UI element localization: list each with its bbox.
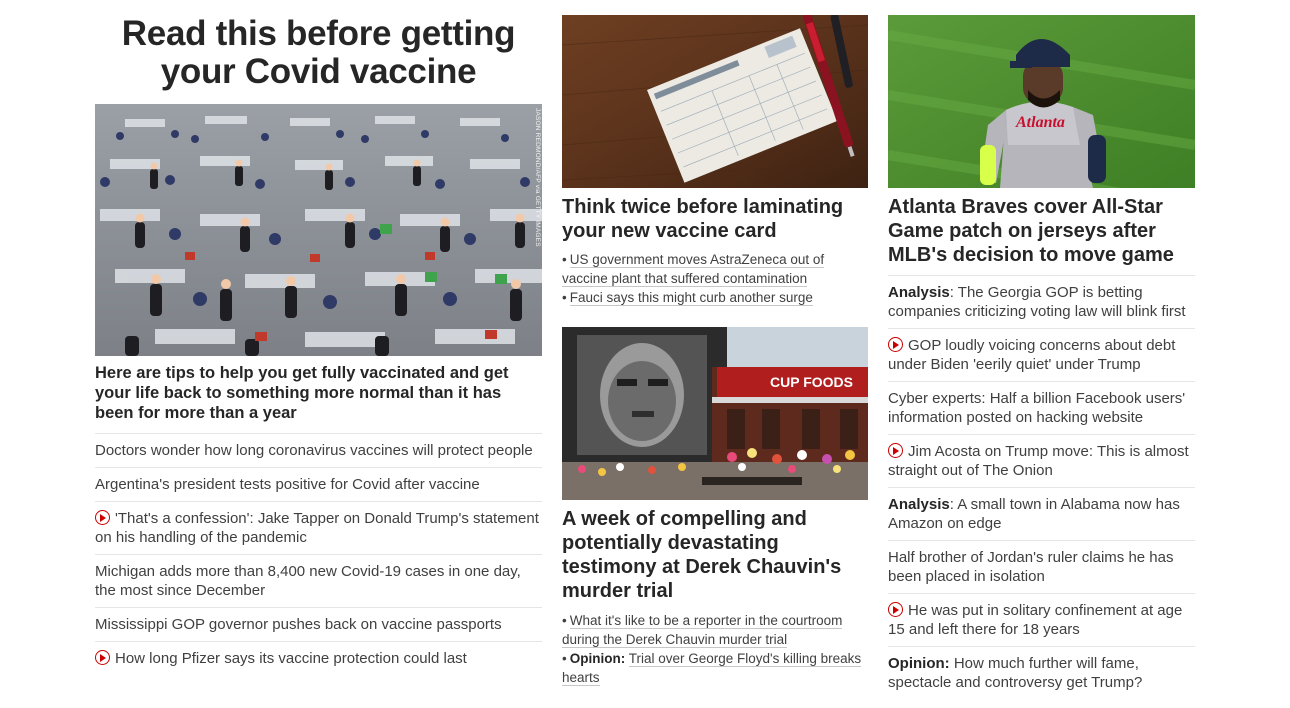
right-zone: Atlanta Atlanta Braves cover All-Star Ga… bbox=[888, 15, 1195, 699]
analysis-label: Analysis bbox=[888, 496, 950, 513]
list-item-text[interactable]: 'That's a confession': Jake Tapper on Do… bbox=[95, 510, 539, 546]
cup-foods-sign: CUP FOODS bbox=[770, 374, 853, 390]
list-item-text[interactable]: Doctors wonder how long coronavirus vacc… bbox=[95, 442, 533, 459]
list-item[interactable]: Opinion: How much further will fame, spe… bbox=[888, 646, 1195, 699]
braves-player-photo[interactable]: Atlanta bbox=[888, 15, 1195, 188]
zone-title[interactable]: Read this before getting your Covid vacc… bbox=[95, 15, 542, 91]
list-item[interactable]: How long Pfizer says its vaccine protect… bbox=[95, 641, 542, 675]
list-item[interactable]: He was put in solitary confinement at ag… bbox=[888, 593, 1195, 646]
play-video-icon bbox=[95, 510, 110, 525]
mural-image: CUP FOODS bbox=[562, 327, 868, 500]
related-link[interactable]: US government moves AstraZeneca out of v… bbox=[562, 252, 825, 287]
lead-headline[interactable]: Here are tips to help you get fully vacc… bbox=[95, 363, 542, 423]
list-item[interactable]: Mississippi GOP governor pushes back on … bbox=[95, 607, 542, 641]
play-video-icon bbox=[888, 443, 903, 458]
chauvin-related: • What it's like to be a reporter in the … bbox=[562, 611, 868, 687]
braves-player-image: Atlanta bbox=[888, 15, 1195, 188]
braves-headline[interactable]: Atlanta Braves cover All-Star Game patch… bbox=[888, 195, 1195, 267]
vaccine-card-related: • US government moves AstraZeneca out of … bbox=[562, 250, 868, 307]
list-item-text[interactable]: Cyber experts: Half a billion Facebook u… bbox=[888, 390, 1185, 426]
list-item-text[interactable]: Jim Acosta on Trump move: This is almost… bbox=[888, 443, 1189, 479]
middle-zone: Think twice before laminating your new v… bbox=[562, 15, 868, 687]
related-item[interactable]: • Opinion: Trial over George Floyd's kill… bbox=[562, 649, 868, 687]
list-item[interactable]: Michigan adds more than 8,400 new Covid-… bbox=[95, 554, 542, 607]
list-item[interactable]: Analysis: A small town in Alabama now ha… bbox=[888, 487, 1195, 540]
list-item[interactable]: Argentina's president tests positive for… bbox=[95, 467, 542, 501]
george-floyd-mural-photo[interactable]: CUP FOODS bbox=[562, 327, 868, 500]
list-item-text[interactable]: Michigan adds more than 8,400 new Covid-… bbox=[95, 563, 521, 599]
opinion-label: Opinion: bbox=[888, 655, 950, 672]
list-item-text[interactable]: Mississippi GOP governor pushes back on … bbox=[95, 616, 502, 633]
list-item[interactable]: Jim Acosta on Trump move: This is almost… bbox=[888, 434, 1195, 487]
list-item-text[interactable]: He was put in solitary confinement at ag… bbox=[888, 602, 1182, 638]
list-item-text[interactable]: Half brother of Jordan's ruler claims he… bbox=[888, 549, 1174, 585]
list-item[interactable]: GOP loudly voicing concerns about debt u… bbox=[888, 328, 1195, 381]
vaccine-card-photo[interactable] bbox=[562, 15, 868, 188]
play-video-icon bbox=[95, 650, 110, 665]
play-video-icon bbox=[888, 602, 903, 617]
list-item-text[interactable]: Argentina's president tests positive for… bbox=[95, 476, 480, 493]
related-link[interactable]: What it's like to be a reporter in the c… bbox=[562, 613, 843, 648]
list-item[interactable]: Analysis: The Georgia GOP is betting com… bbox=[888, 275, 1195, 328]
related-item[interactable]: • Fauci says this might curb another surg… bbox=[562, 288, 868, 307]
list-item-text[interactable]: How long Pfizer says its vaccine protect… bbox=[115, 650, 467, 667]
opinion-label: Opinion: bbox=[569, 651, 626, 666]
related-link[interactable]: Fauci says this might curb another surge bbox=[569, 290, 813, 306]
list-item[interactable]: Cyber experts: Half a billion Facebook u… bbox=[888, 381, 1195, 434]
play-video-icon bbox=[888, 337, 903, 352]
chauvin-trial-headline[interactable]: A week of compelling and potentially dev… bbox=[562, 507, 868, 603]
photo-credit: JASON REDMOND/AFP via GETTY IMAGES bbox=[534, 108, 541, 247]
vaccination-center-photo[interactable]: JASON REDMOND/AFP via GETTY IMAGES bbox=[95, 104, 542, 356]
right-headline-list: Analysis: The Georgia GOP is betting com… bbox=[888, 275, 1195, 699]
vaccine-card-headline[interactable]: Think twice before laminating your new v… bbox=[562, 195, 868, 243]
vaccine-card-image bbox=[562, 15, 868, 188]
analysis-label: Analysis bbox=[888, 284, 950, 301]
related-item[interactable]: • What it's like to be a reporter in the … bbox=[562, 611, 868, 649]
jersey-script: Atlanta bbox=[1015, 114, 1065, 131]
list-item[interactable]: Half brother of Jordan's ruler claims he… bbox=[888, 540, 1195, 593]
list-item[interactable]: 'That's a confession': Jake Tapper on Do… bbox=[95, 501, 542, 554]
left-headline-list: Doctors wonder how long coronavirus vacc… bbox=[95, 433, 542, 675]
related-item[interactable]: • US government moves AstraZeneca out of … bbox=[562, 250, 868, 288]
vaccination-center-image bbox=[95, 104, 542, 356]
covid-zone: Read this before getting your Covid vacc… bbox=[95, 15, 542, 675]
list-item[interactable]: Doctors wonder how long coronavirus vacc… bbox=[95, 433, 542, 467]
list-item-text[interactable]: GOP loudly voicing concerns about debt u… bbox=[888, 337, 1175, 373]
